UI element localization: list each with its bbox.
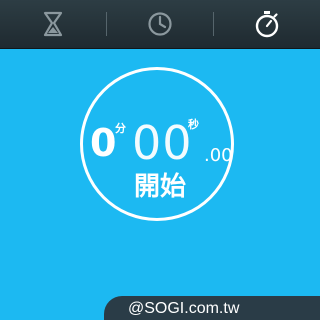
seconds-unit-label: 秒 — [188, 118, 199, 131]
minutes-value: 0 — [90, 121, 117, 165]
tab-timer[interactable] — [0, 0, 106, 48]
minutes-unit-label: 分 — [115, 122, 126, 135]
watermark-text: @SOGI.com.tw — [128, 300, 240, 317]
tab-bar — [0, 0, 320, 49]
hourglass-icon — [43, 11, 63, 37]
fraction-value: .00 — [204, 145, 233, 166]
tab-clock[interactable] — [107, 0, 213, 48]
tab-stopwatch[interactable] — [214, 0, 320, 48]
seconds-value: 00 — [132, 116, 193, 170]
start-label[interactable]: 開始 — [80, 174, 240, 200]
clock-icon — [148, 12, 172, 36]
stopwatch-icon — [255, 11, 279, 38]
stopwatch-screen: 0 分 00 秒 .00 開始 @SOGI.com.tw — [0, 0, 320, 320]
